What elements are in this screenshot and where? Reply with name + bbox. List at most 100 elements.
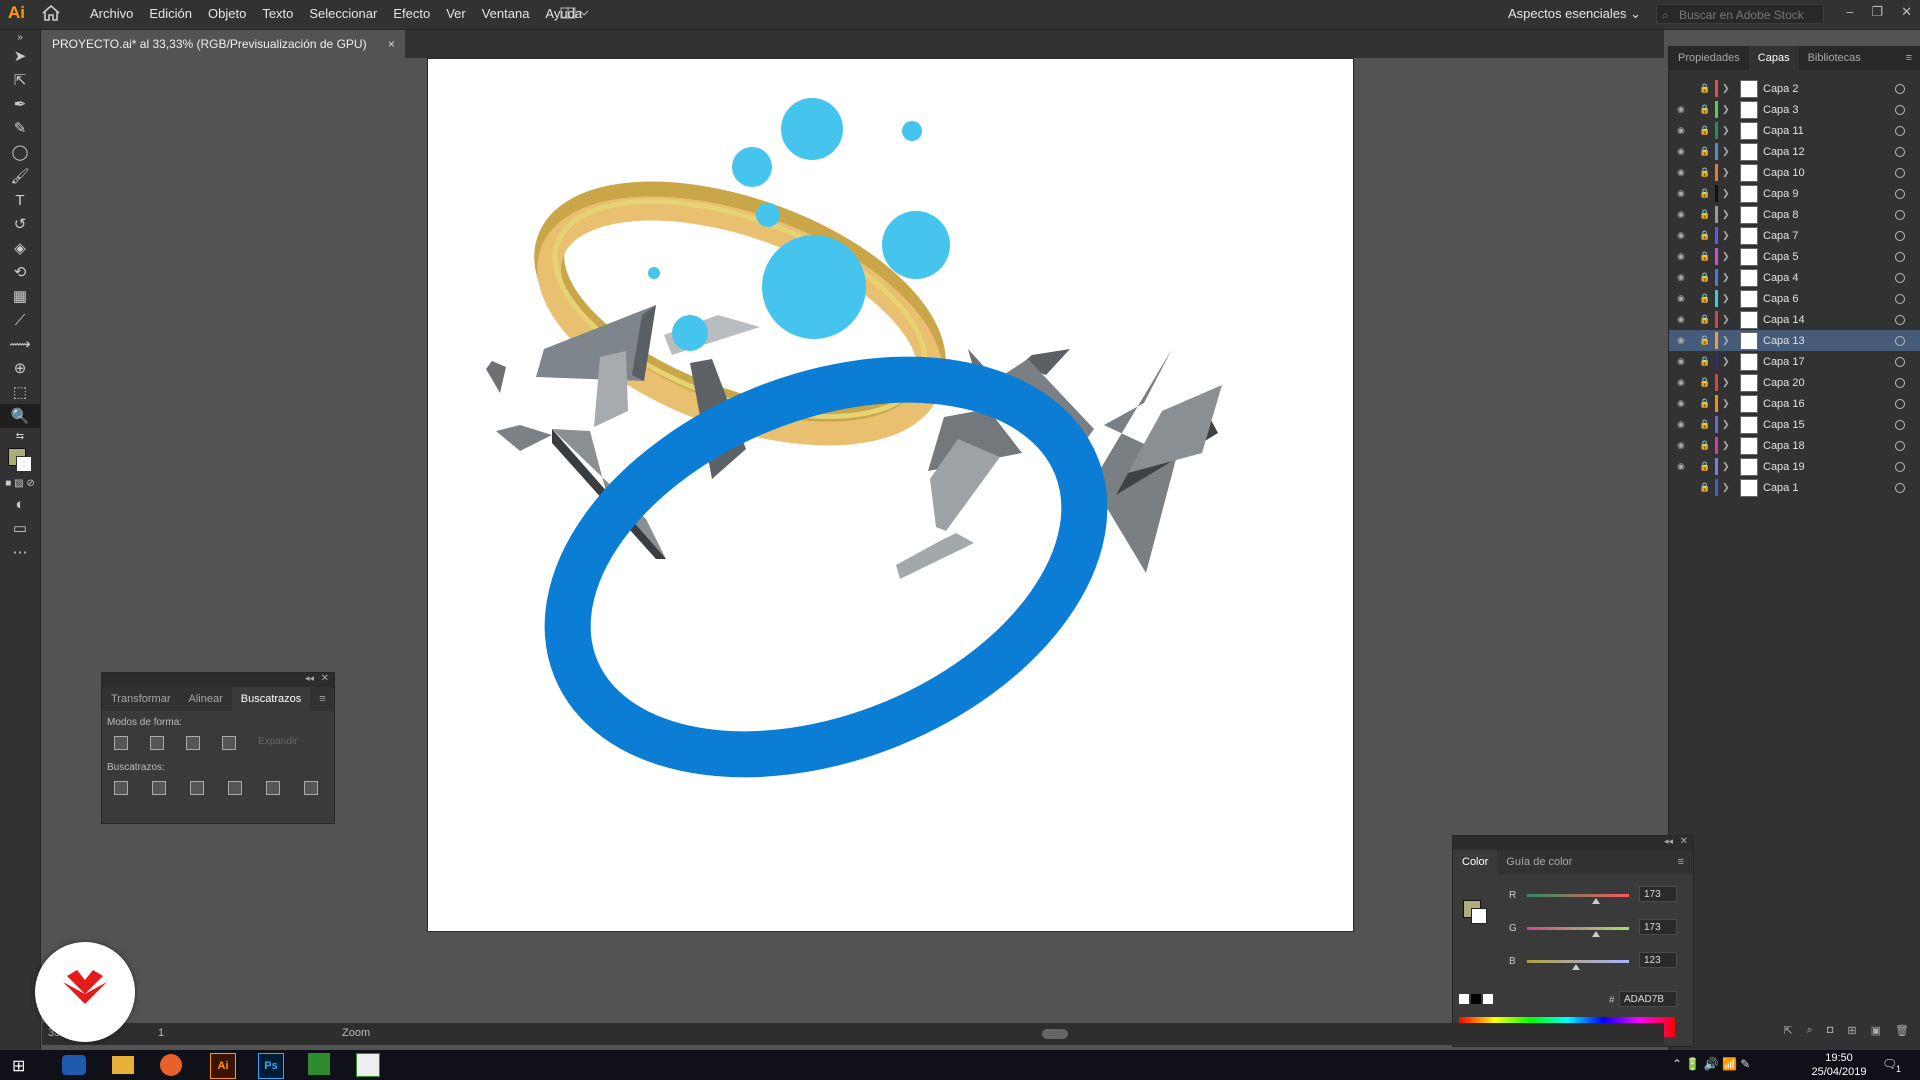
expand-arrow-icon[interactable]: ❯ <box>1722 335 1734 346</box>
expand-arrow-icon[interactable]: ❯ <box>1722 314 1734 325</box>
layer-name[interactable]: Capa 17 <box>1763 356 1873 368</box>
g-value[interactable]: 173 <box>1639 919 1677 935</box>
exclude-button[interactable] <box>222 736 236 750</box>
expand-arrow-icon[interactable]: ❯ <box>1722 377 1734 388</box>
page-number[interactable]: 1 <box>158 1027 164 1039</box>
visibility-eye-icon[interactable]: ◉ <box>1677 377 1691 388</box>
tab-propiedades[interactable]: Propiedades <box>1669 46 1749 70</box>
clock-time[interactable]: 19:50 <box>1814 1052 1864 1064</box>
visibility-eye-icon[interactable]: ◉ <box>1677 419 1691 430</box>
target-circle-icon[interactable] <box>1895 440 1905 451</box>
target-circle-icon[interactable] <box>1895 335 1905 346</box>
layer-name[interactable]: Capa 15 <box>1763 419 1873 431</box>
menu-ver[interactable]: Ver <box>446 6 466 21</box>
drawing-mode-icon[interactable]: ◐ <box>0 492 40 516</box>
lock-icon[interactable]: 🔒 <box>1699 356 1711 367</box>
layer-row[interactable]: ◉ 🔒 ❯ Capa 16 <box>1669 393 1920 414</box>
layer-name[interactable]: Capa 7 <box>1763 230 1873 242</box>
layer-name[interactable]: Capa 13 <box>1763 335 1873 347</box>
tab-capas[interactable]: Capas <box>1748 46 1799 70</box>
visibility-eye-icon[interactable]: ◉ <box>1677 440 1691 451</box>
export-icon[interactable]: ⇱ <box>1783 1024 1792 1042</box>
collapse-color-panel-icon[interactable]: ◂◂ <box>1664 836 1673 847</box>
layer-name[interactable]: Capa 20 <box>1763 377 1873 389</box>
visibility-eye-icon[interactable]: ◉ <box>1677 188 1691 199</box>
r-slider[interactable] <box>1527 894 1629 904</box>
menu-archivo[interactable]: Archivo <box>90 6 133 21</box>
layer-row[interactable]: ◉ 🔒 ❯ Capa 11 <box>1669 120 1920 141</box>
pen-tool-icon[interactable]: ✒ <box>0 92 40 116</box>
visibility-eye-icon[interactable]: ◉ <box>1677 230 1691 241</box>
eyedropper-tool-icon[interactable]: ⟋ <box>0 308 40 332</box>
layer-row[interactable]: ◉ 🔒 ❯ Capa 18 <box>1669 435 1920 456</box>
target-circle-icon[interactable] <box>1895 356 1905 367</box>
expand-arrow-icon[interactable]: ❯ <box>1722 83 1734 94</box>
lock-icon[interactable]: 🔒 <box>1699 230 1711 241</box>
target-circle-icon[interactable] <box>1895 419 1905 430</box>
restore-button[interactable]: ❐ <box>1871 4 1883 20</box>
artboard[interactable] <box>428 59 1353 931</box>
trim-button[interactable] <box>152 781 166 795</box>
target-circle-icon[interactable] <box>1895 230 1905 241</box>
fill-stroke-swatch[interactable] <box>0 444 40 474</box>
layer-name[interactable]: Capa 1 <box>1763 482 1873 494</box>
clipping-mask-icon[interactable]: ◘ <box>1827 1024 1834 1042</box>
expand-arrow-icon[interactable]: ❯ <box>1722 146 1734 157</box>
lock-icon[interactable]: 🔒 <box>1699 335 1711 346</box>
g-slider-thumb[interactable] <box>1592 931 1601 937</box>
lock-icon[interactable]: 🔒 <box>1699 293 1711 304</box>
rotate-tool-icon[interactable]: ↺ <box>0 212 40 236</box>
r-value[interactable]: 173 <box>1639 886 1677 902</box>
visibility-eye-icon[interactable]: ◉ <box>1677 461 1691 472</box>
target-circle-icon[interactable] <box>1895 167 1905 178</box>
layer-row[interactable]: ◉ 🔒 ❯ Capa 7 <box>1669 225 1920 246</box>
menu-objeto[interactable]: Objeto <box>208 6 246 21</box>
expand-arrow-icon[interactable]: ❯ <box>1722 251 1734 262</box>
expand-arrow-icon[interactable]: ❯ <box>1722 125 1734 136</box>
layer-row[interactable]: ◉ 🔒 ❯ Capa 12 <box>1669 141 1920 162</box>
visibility-eye-icon[interactable]: ◉ <box>1677 251 1691 262</box>
lock-icon[interactable]: 🔒 <box>1699 167 1711 178</box>
layer-row[interactable]: 🔒 ❯ Capa 2 <box>1669 78 1920 99</box>
black-swatch[interactable] <box>1471 994 1481 1004</box>
target-circle-icon[interactable] <box>1895 83 1905 94</box>
stock-search-input[interactable]: ⌕ Buscar en Adobe Stock <box>1656 4 1824 24</box>
layer-row[interactable]: ◉ 🔒 ❯ Capa 17 <box>1669 351 1920 372</box>
brush-tool-icon[interactable]: 🖌 <box>0 164 40 188</box>
notification-icon[interactable]: 🗨 <box>1882 1057 1897 1071</box>
lock-icon[interactable]: 🔒 <box>1699 104 1711 115</box>
target-circle-icon[interactable] <box>1895 314 1905 325</box>
lock-icon[interactable]: 🔒 <box>1699 314 1711 325</box>
layer-name[interactable]: Capa 11 <box>1763 125 1873 137</box>
recorder-icon[interactable] <box>356 1053 380 1077</box>
expand-arrow-icon[interactable]: ❯ <box>1722 461 1734 472</box>
layer-row[interactable]: ◉ 🔒 ❯ Capa 8 <box>1669 204 1920 225</box>
visibility-eye-icon[interactable]: ◉ <box>1677 398 1691 409</box>
target-circle-icon[interactable] <box>1895 272 1905 283</box>
layer-name[interactable]: Capa 14 <box>1763 314 1873 326</box>
target-circle-icon[interactable] <box>1895 377 1905 388</box>
layer-row[interactable]: ◉ 🔒 ❯ Capa 10 <box>1669 162 1920 183</box>
expand-arrow-icon[interactable]: ❯ <box>1722 272 1734 283</box>
tab-alinear[interactable]: Alinear <box>180 687 232 711</box>
new-sublayer-icon[interactable]: ⊞ <box>1847 1024 1856 1042</box>
color-panel-header[interactable]: ◂◂ ✕ <box>1453 836 1693 850</box>
locate-object-icon[interactable]: ⌕ <box>1807 1024 1813 1042</box>
layer-row[interactable]: ◉ 🔒 ❯ Capa 9 <box>1669 183 1920 204</box>
layer-row[interactable]: ◉ 🔒 ❯ Capa 3 <box>1669 99 1920 120</box>
direct-selection-tool-icon[interactable]: ⇱ <box>0 68 40 92</box>
close-document-icon[interactable]: × <box>388 37 395 51</box>
none-swatch[interactable] <box>1459 994 1469 1004</box>
visibility-eye-icon[interactable]: ◉ <box>1677 272 1691 283</box>
layer-name[interactable]: Capa 18 <box>1763 440 1873 452</box>
visibility-eye-icon[interactable]: ◉ <box>1677 314 1691 325</box>
target-circle-icon[interactable] <box>1895 461 1905 472</box>
color-stroke-swatch[interactable] <box>1471 908 1487 924</box>
layer-name[interactable]: Capa 2 <box>1763 83 1873 95</box>
expand-arrow-icon[interactable]: ❯ <box>1722 482 1734 493</box>
screen-mode-icon[interactable]: ▭ <box>0 516 40 540</box>
menu-efecto[interactable]: Efecto <box>393 6 430 21</box>
lock-icon[interactable]: 🔒 <box>1699 482 1711 493</box>
target-circle-icon[interactable] <box>1895 398 1905 409</box>
target-circle-icon[interactable] <box>1895 251 1905 262</box>
